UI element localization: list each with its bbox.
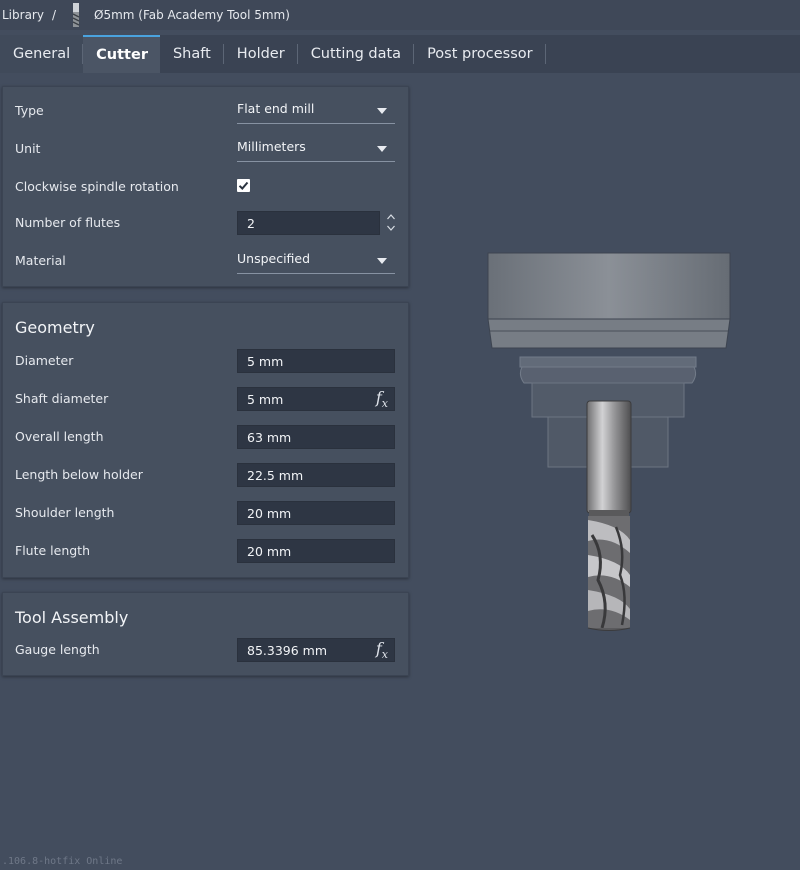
breadcrumb-separator: / (51, 8, 57, 22)
overall-length-input[interactable]: 63 mm (237, 425, 395, 449)
unit-dropdown-value: Millimeters (237, 139, 306, 154)
chevron-down-icon (377, 146, 387, 152)
shaft-diameter-input[interactable]: 5 mm fx (237, 387, 395, 411)
tab-general[interactable]: General (0, 35, 84, 73)
tab-cutter[interactable]: Cutter (83, 35, 160, 73)
geometry-panel: Geometry Diameter 5 mm Shaft diameter 5 … (2, 302, 409, 578)
flutes-value: 2 (247, 216, 255, 231)
length-below-holder-value: 22.5 mm (247, 468, 304, 483)
diameter-label: Diameter (15, 353, 74, 368)
material-row: Material Unspecified (3, 249, 408, 275)
length-below-holder-row: Length below holder 22.5 mm (3, 463, 408, 489)
formula-icon[interactable]: fx (376, 388, 388, 410)
formula-icon[interactable]: fx (376, 639, 388, 661)
length-below-holder-label: Length below holder (15, 467, 143, 482)
clockwise-label: Clockwise spindle rotation (15, 179, 179, 194)
flutes-row: Number of flutes 2 (3, 211, 408, 237)
breadcrumb-library-link[interactable]: Library (2, 8, 44, 22)
cutter-properties-panel: Type Flat end mill Unit Millimeters Cloc… (2, 86, 409, 287)
flute-length-row: Flute length 20 mm (3, 539, 408, 565)
shaft-diameter-label: Shaft diameter (15, 391, 109, 406)
gauge-length-label: Gauge length (15, 642, 100, 657)
unit-label: Unit (15, 141, 41, 156)
gauge-length-row: Gauge length 85.3396 mm fx (3, 638, 408, 664)
tab-shaft[interactable]: Shaft (160, 35, 224, 73)
material-label: Material (15, 253, 66, 268)
overall-length-label: Overall length (15, 429, 104, 444)
shoulder-length-value: 20 mm (247, 506, 292, 521)
tool-shank (586, 400, 632, 516)
gauge-length-input[interactable]: 85.3396 mm fx (237, 638, 395, 662)
clockwise-checkbox[interactable] (237, 179, 250, 192)
tool-assembly-title: Tool Assembly (15, 608, 129, 627)
type-label: Type (15, 103, 44, 118)
unit-row: Unit Millimeters (3, 137, 408, 163)
flute-length-label: Flute length (15, 543, 90, 558)
tool-assembly-panel: Tool Assembly Gauge length 85.3396 mm fx (2, 592, 409, 676)
tab-cutting-data[interactable]: Cutting data (298, 35, 415, 73)
version-footer: .106.8-hotfix Online (2, 856, 123, 867)
diameter-row: Diameter 5 mm (3, 349, 408, 375)
stepper-up-icon[interactable] (386, 212, 396, 222)
checkmark-icon (238, 181, 249, 190)
length-below-holder-input[interactable]: 22.5 mm (237, 463, 395, 487)
unit-dropdown[interactable]: Millimeters (237, 137, 395, 162)
chevron-down-icon (377, 258, 387, 264)
clockwise-row: Clockwise spindle rotation (3, 175, 408, 201)
holder-body (487, 252, 731, 349)
tab-holder[interactable]: Holder (224, 35, 298, 73)
diameter-value: 5 mm (247, 354, 284, 369)
shoulder-length-label: Shoulder length (15, 505, 115, 520)
flutes-label: Number of flutes (15, 215, 121, 230)
shoulder-length-row: Shoulder length 20 mm (3, 501, 408, 527)
overall-length-row: Overall length 63 mm (3, 425, 408, 451)
type-dropdown[interactable]: Flat end mill (237, 99, 395, 124)
overall-length-value: 63 mm (247, 430, 292, 445)
flutes-input[interactable]: 2 (237, 211, 380, 235)
material-dropdown[interactable]: Unspecified (237, 249, 395, 274)
type-dropdown-value: Flat end mill (237, 101, 315, 116)
type-row: Type Flat end mill (3, 99, 408, 125)
breadcrumb-tool-name: Ø5mm (Fab Academy Tool 5mm) (94, 8, 290, 22)
shoulder-length-input[interactable]: 20 mm (237, 501, 395, 525)
tool-thumbnail-icon (72, 3, 80, 27)
breadcrumb: Library / Ø5mm (Fab Academy Tool 5mm) (0, 0, 800, 30)
geometry-title: Geometry (15, 318, 95, 337)
shaft-diameter-row: Shaft diameter 5 mm fx (3, 387, 408, 413)
tool-flutes (587, 516, 631, 631)
material-dropdown-value: Unspecified (237, 251, 311, 266)
tool-3d-preview[interactable] (470, 235, 750, 645)
flute-length-value: 20 mm (247, 544, 292, 559)
shaft-diameter-value: 5 mm (247, 392, 284, 407)
gauge-length-value: 85.3396 mm (247, 643, 328, 658)
tab-bar: General Cutter Shaft Holder Cutting data… (0, 35, 800, 73)
diameter-input[interactable]: 5 mm (237, 349, 395, 373)
tab-post-processor[interactable]: Post processor (414, 35, 546, 73)
stepper-down-icon[interactable] (386, 223, 396, 233)
flute-length-input[interactable]: 20 mm (237, 539, 395, 563)
chevron-down-icon (377, 108, 387, 114)
